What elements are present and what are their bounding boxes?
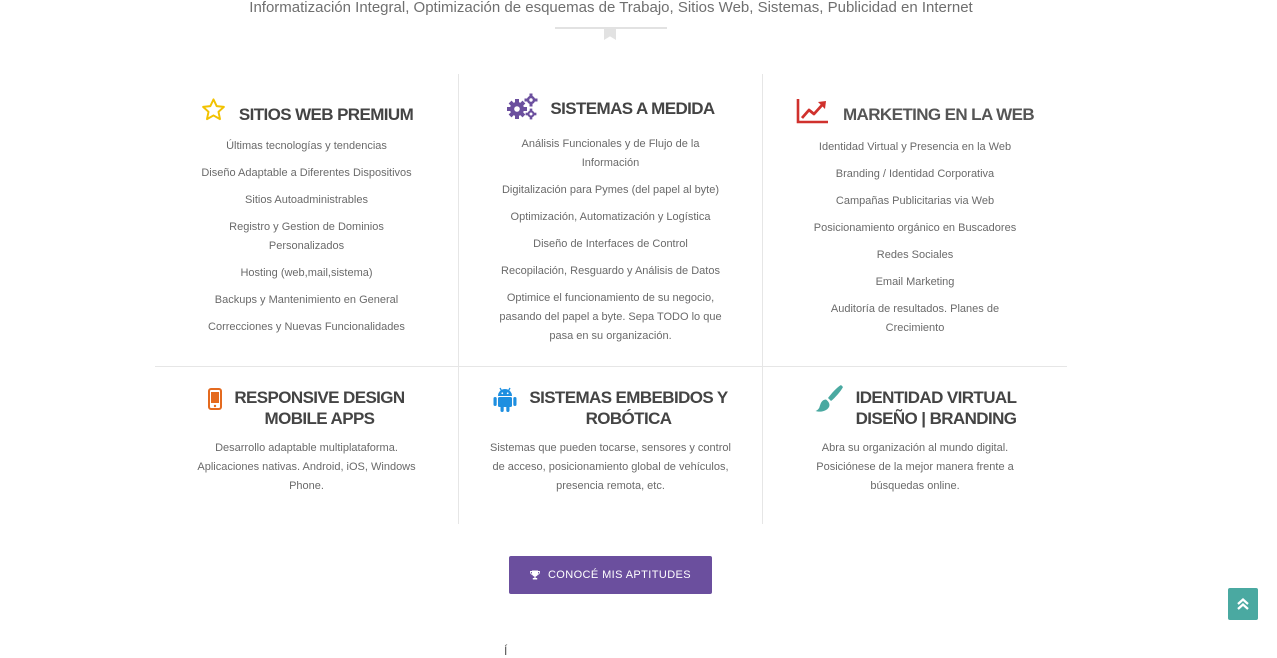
list-item: Auditoría de resultados. Planes de Creci… — [830, 303, 1000, 334]
list-item: Correcciones y Nuevas Funcionalidades — [208, 321, 405, 333]
service-title-line: DISEÑO | BRANDING — [855, 409, 1017, 428]
service-items: Identidad Virtual y Presencia en la Web … — [763, 138, 1067, 338]
list-item: Email Marketing — [875, 276, 955, 288]
service-embebidos: SISTEMAS EMBEBIDOS Y ROBÓTICA Sistemas q… — [458, 367, 762, 524]
service-title-line: IDENTIDAD VIRTUAL — [855, 388, 1017, 407]
service-heading: RESPONSIVE DESIGN MOBILE APPS — [155, 387, 458, 429]
service-title-line: MOBILE APPS — [264, 409, 376, 428]
service-heading: SITIOS WEB PREMIUM — [155, 98, 458, 128]
mobile-phone-icon — [208, 388, 223, 415]
service-title: IDENTIDAD VIRTUAL DISEÑO | BRANDING — [856, 387, 1017, 429]
service-title: MARKETING EN LA WEB — [842, 105, 1035, 124]
double-chevron-up-icon — [1236, 597, 1250, 611]
star-icon — [200, 97, 227, 128]
service-description: Sistemas que pueden tocarse, sensores y … — [490, 442, 731, 492]
service-title-line: SISTEMAS EMBEBIDOS Y — [529, 388, 728, 407]
trophy-icon — [530, 570, 540, 580]
paint-brush-icon — [814, 383, 844, 418]
service-title-line: ROBÓTICA — [585, 409, 672, 428]
service-heading: SISTEMAS EMBEBIDOS Y ROBÓTICA — [459, 387, 762, 429]
list-item: Diseño de Interfaces de Control — [533, 238, 688, 250]
android-icon — [493, 387, 517, 418]
service-sistemas-a-medida: SISTEMAS A MEDIDA Análisis Funcionales y… — [458, 74, 762, 367]
button-label: CONOCÉ MIS APTITUDES — [547, 569, 692, 581]
list-item: Análisis Funcionales y de Flujo de la In… — [521, 138, 700, 169]
conoce-aptitudes-button[interactable]: CONOCÉ MIS APTITUDES — [509, 556, 712, 594]
service-items: Últimas tecnologías y tendencias Diseño … — [155, 137, 458, 337]
scroll-to-top-button[interactable] — [1228, 588, 1258, 620]
list-item: Identidad Virtual y Presencia en la Web — [818, 141, 1012, 153]
list-item: Posicionamiento orgánico en Buscadores — [813, 222, 1017, 234]
line-chart-icon — [796, 98, 829, 129]
list-item: Sitios Autoadministrables — [245, 194, 368, 206]
services-grid: SITIOS WEB PREMIUM Últimas tecnologías y… — [155, 74, 1067, 524]
service-sitios-web: SITIOS WEB PREMIUM Últimas tecnologías y… — [155, 74, 458, 367]
list-item: Redes Sociales — [876, 249, 954, 261]
list-item: Campañas Publicitarias via Web — [835, 195, 995, 207]
service-heading: SISTEMAS A MEDIDA — [459, 93, 762, 126]
service-description: Abra su organización al mundo digital. P… — [816, 442, 1014, 492]
service-heading: MARKETING EN LA WEB — [763, 98, 1067, 129]
list-item: Hosting (web,mail,sistema) — [240, 267, 373, 279]
service-heading: IDENTIDAD VIRTUAL DISEÑO | BRANDING — [763, 383, 1067, 429]
service-title-line: RESPONSIVE DESIGN — [234, 388, 405, 407]
service-title: SITIOS WEB PREMIUM — [238, 105, 414, 124]
list-item: Optimice el funcionamiento de su negocio… — [499, 292, 722, 342]
list-item: Branding / Identidad Corporativa — [835, 168, 995, 180]
service-description: Desarrollo adaptable multiplataforma. Ap… — [197, 442, 416, 492]
list-item: Recopilación, Resguardo y Análisis de Da… — [501, 265, 720, 277]
list-item: Diseño Adaptable a Diferentes Dispositiv… — [201, 167, 412, 179]
service-title: SISTEMAS EMBEBIDOS Y ROBÓTICA — [529, 387, 728, 429]
list-item: Optimización, Automatización y Logística — [510, 211, 711, 223]
service-items: Análisis Funcionales y de Flujo de la In… — [459, 135, 762, 346]
service-identidad: IDENTIDAD VIRTUAL DISEÑO | BRANDING Abra… — [762, 367, 1067, 524]
list-item: Digitalización para Pymes (del papel al … — [501, 184, 720, 196]
service-marketing: MARKETING EN LA WEB Identidad Virtual y … — [762, 74, 1067, 367]
service-title: SISTEMAS A MEDIDA — [550, 99, 715, 118]
header-subtitle: Informatización Integral, Optimización d… — [249, 0, 973, 16]
service-title: RESPONSIVE DESIGN MOBILE APPS — [234, 387, 405, 429]
list-item: Backups y Mantenimiento en General — [214, 294, 399, 306]
service-responsive: RESPONSIVE DESIGN MOBILE APPS Desarrollo… — [155, 367, 458, 524]
divider-ribbon-icon — [604, 27, 616, 40]
list-item: Registro y Gestion de Dominios Personali… — [229, 221, 384, 252]
cogs-icon — [506, 93, 538, 126]
list-item: Últimas tecnologías y tendencias — [226, 140, 387, 152]
next-section-heading-fragment: Í — [504, 644, 508, 658]
